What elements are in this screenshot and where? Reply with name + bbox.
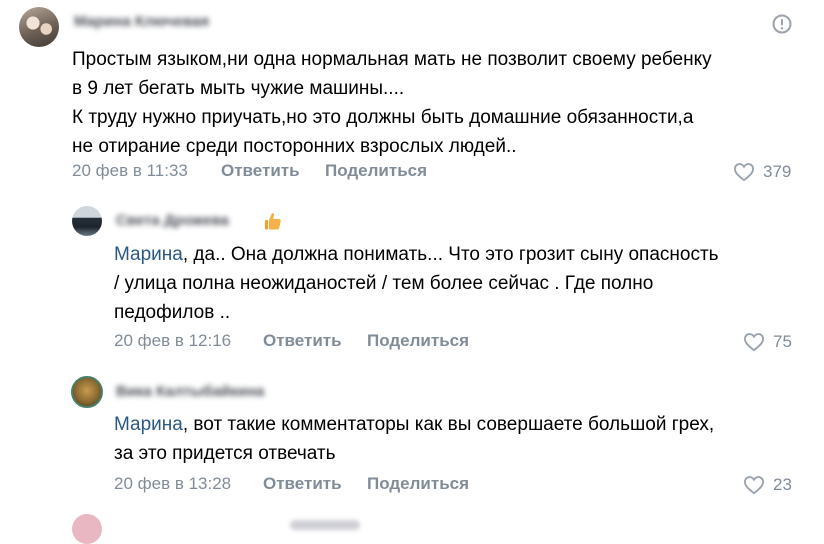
comment-text: Марина, да.. Она должна понимать... Что … (114, 240, 719, 327)
author-name[interactable]: Марина Ключевая (74, 13, 209, 30)
comment-line: / улица полна неожиданостей / тем более … (114, 273, 654, 294)
comment-date[interactable]: 20 фев в 12:16 (114, 331, 231, 351)
share-button[interactable]: Поделиться (367, 331, 469, 351)
like-button[interactable]: 379 (733, 161, 791, 183)
reply-button[interactable]: Ответить (263, 331, 342, 351)
comment-line: Марина, да.. Она должна понимать... Что … (114, 240, 719, 269)
comment-date[interactable]: 20 фев в 11:33 (72, 161, 188, 181)
comment-line: в 9 лет бегать мыть чужие машины.... (72, 78, 405, 99)
like-button[interactable]: 23 (743, 474, 792, 496)
comment-line: педофилов .. (114, 302, 231, 323)
mention-link[interactable]: Марина (114, 244, 183, 265)
comment-line: не отирание среди посторонних взрослых л… (72, 136, 517, 157)
comment-line-text: , вот такие комментаторы как вы совершае… (182, 414, 715, 435)
avatar[interactable] (72, 206, 102, 236)
avatar[interactable] (72, 514, 102, 544)
reply-button[interactable]: Ответить (263, 474, 342, 494)
mention-link[interactable]: Марина (114, 414, 183, 435)
report-icon[interactable] (772, 14, 792, 34)
author-name[interactable]: Вика Калтыбайкина (116, 383, 264, 400)
heart-icon (743, 333, 765, 352)
like-count: 75 (773, 332, 792, 351)
author-name[interactable]: Света Дрожева (116, 212, 229, 229)
like-button[interactable]: 75 (743, 331, 792, 353)
comment-line: Марина, вот такие комментаторы как вы со… (114, 410, 714, 439)
share-button[interactable]: Поделиться (367, 474, 469, 494)
comment-line: К труду нужно приучать,но это должны быт… (72, 107, 694, 128)
author-name-partial (290, 520, 360, 530)
reply-button[interactable]: Ответить (221, 161, 300, 181)
comment-line: Простым языком,ни одна нормальная мать н… (72, 49, 712, 70)
thumbs-up-emoji (265, 213, 281, 230)
like-count: 23 (773, 475, 792, 494)
avatar[interactable] (71, 376, 103, 408)
heart-icon (733, 163, 755, 182)
heart-icon (743, 476, 765, 495)
comment-line: за это придется отвечать (114, 443, 336, 464)
like-count: 379 (763, 162, 792, 181)
avatar[interactable] (19, 7, 59, 47)
comment-text: Марина, вот такие комментаторы как вы со… (114, 410, 714, 468)
comment-line-text: , да.. Она должна понимать... Что это гр… (182, 244, 719, 265)
comment-text: Простым языком,ни одна нормальная мать н… (72, 45, 712, 161)
comment-date[interactable]: 20 фев в 13:28 (114, 474, 231, 494)
share-button[interactable]: Поделиться (325, 161, 427, 181)
